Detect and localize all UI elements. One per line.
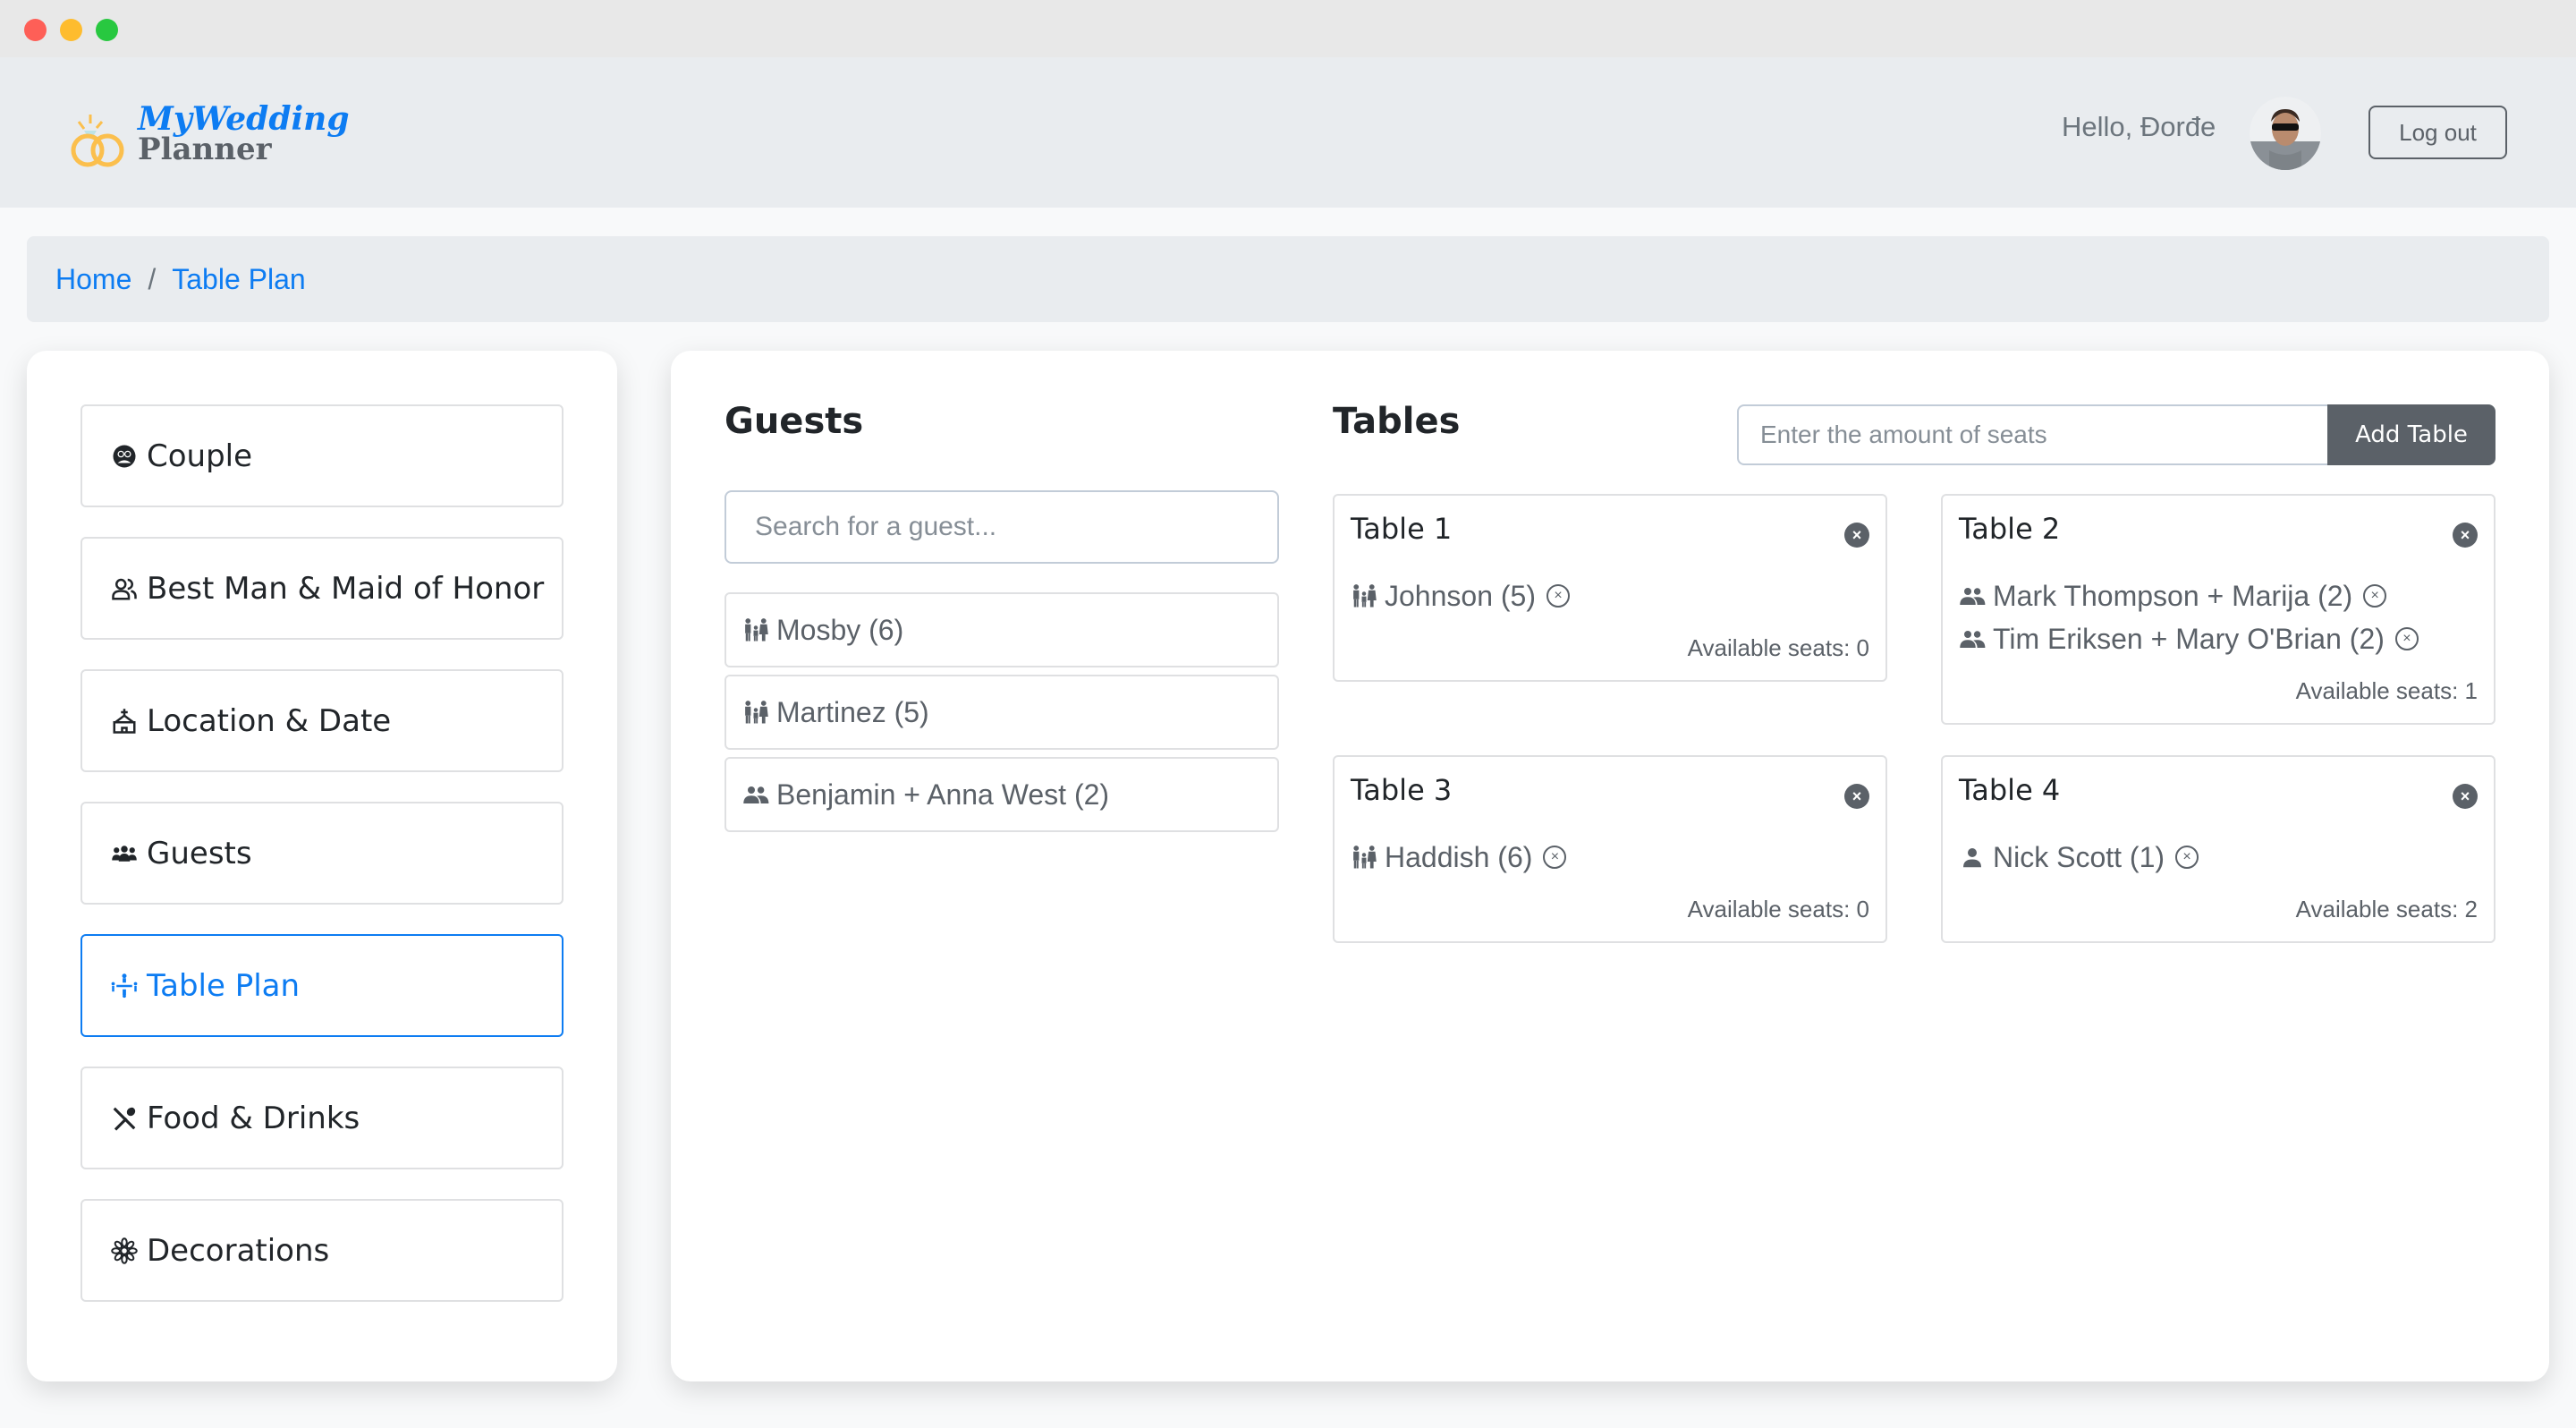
table-guest-list: Johnson (5) × bbox=[1351, 574, 1570, 617]
logo-title: MyWedding bbox=[138, 100, 350, 138]
window-maximize-button[interactable] bbox=[96, 19, 118, 41]
guest-list-item[interactable]: Martinez (5) bbox=[724, 675, 1279, 750]
remove-table-button[interactable]: × bbox=[1844, 523, 1869, 548]
table-name: Table 3 bbox=[1351, 773, 1453, 807]
table-card[interactable]: Table 3 × Haddish (6) × Available seats:… bbox=[1333, 755, 1887, 943]
avatar[interactable] bbox=[2250, 97, 2321, 170]
window-titlebar bbox=[0, 0, 2576, 57]
sidebar-item-label: Location & Date bbox=[147, 702, 392, 739]
table-guest-label: Tim Eriksen + Mary O'Brian (2) bbox=[1993, 622, 2385, 655]
table-card[interactable]: Table 4 × Nick Scott (1) × Available sea… bbox=[1941, 755, 2496, 943]
family-icon bbox=[1351, 844, 1377, 871]
table-guest-list: Haddish (6) × bbox=[1351, 836, 1567, 879]
tables-heading: Tables bbox=[1333, 401, 1461, 442]
remove-table-button[interactable]: × bbox=[2453, 523, 2478, 548]
guest-list-item[interactable]: Benjamin + Anna West (2) bbox=[724, 757, 1279, 832]
table-name: Table 1 bbox=[1351, 512, 1453, 546]
breadcrumb-separator: / bbox=[148, 262, 157, 295]
guest-search-input[interactable] bbox=[724, 490, 1279, 564]
table-name: Table 2 bbox=[1959, 512, 2061, 546]
group-icon bbox=[111, 840, 138, 867]
table-guest[interactable]: Johnson (5) × bbox=[1351, 574, 1570, 617]
table-guest-list: Mark Thompson + Marija (2) × Tim Eriksen… bbox=[1959, 574, 2419, 660]
app-logo[interactable]: MyWedding Planner bbox=[68, 100, 354, 175]
seat-amount-input[interactable] bbox=[1737, 404, 2327, 465]
table-guest-label: Mark Thompson + Marija (2) bbox=[1993, 579, 2353, 612]
couple-icon bbox=[111, 443, 138, 470]
guest-label: Benjamin + Anna West (2) bbox=[776, 778, 1110, 811]
logout-button[interactable]: Log out bbox=[2368, 106, 2507, 159]
table-card[interactable]: Table 1 × Johnson (5) × Available seats:… bbox=[1333, 494, 1887, 682]
window-close-button[interactable] bbox=[24, 19, 47, 41]
remove-table-button[interactable]: × bbox=[2453, 784, 2478, 809]
sidebar: Couple Best Man & Maid of Honor Location… bbox=[27, 351, 617, 1381]
table-name: Table 4 bbox=[1959, 773, 2061, 807]
remove-guest-icon[interactable]: × bbox=[2394, 627, 2419, 650]
table-guest[interactable]: Haddish (6) × bbox=[1351, 836, 1567, 879]
family-icon bbox=[742, 699, 769, 726]
sidebar-item-label: Guests bbox=[147, 835, 252, 871]
sidebar-item-decorations[interactable]: Decorations bbox=[80, 1199, 564, 1302]
sidebar-item-guests[interactable]: Guests bbox=[80, 802, 564, 905]
available-seats: Available seats: 0 bbox=[1687, 896, 1869, 922]
window-minimize-button[interactable] bbox=[60, 19, 82, 41]
sidebar-item-couple[interactable]: Couple bbox=[80, 404, 564, 507]
flower-icon bbox=[111, 1237, 138, 1264]
pair-icon bbox=[742, 781, 769, 808]
table-guest[interactable]: Tim Eriksen + Mary O'Brian (2) × bbox=[1959, 617, 2419, 660]
table-guest[interactable]: Mark Thompson + Marija (2) × bbox=[1959, 574, 2419, 617]
remove-guest-icon[interactable]: × bbox=[2363, 584, 2387, 608]
sidebar-item-label: Best Man & Maid of Honor bbox=[147, 570, 545, 607]
table-guest-list: Nick Scott (1) × bbox=[1959, 836, 2199, 879]
table-guest-label: Johnson (5) bbox=[1385, 579, 1536, 612]
table-seating-icon bbox=[111, 973, 138, 999]
sidebar-item-label: Decorations bbox=[147, 1232, 330, 1269]
guests-heading: Guests bbox=[724, 401, 864, 442]
church-icon bbox=[111, 708, 138, 735]
available-seats: Available seats: 2 bbox=[2295, 896, 2478, 922]
add-table-button[interactable]: Add Table bbox=[2327, 404, 2496, 465]
remove-guest-icon[interactable]: × bbox=[2175, 846, 2199, 869]
guest-label: Mosby (6) bbox=[776, 613, 904, 646]
wedding-rings-icon bbox=[71, 115, 124, 167]
sidebar-item-food-drinks[interactable]: Food & Drinks bbox=[80, 1067, 564, 1169]
sidebar-item-label: Food & Drinks bbox=[147, 1100, 360, 1136]
sidebar-item-label: Couple bbox=[147, 438, 253, 474]
table-plan-panel: Guests Mosby (6) Martinez (5) Benjamin +… bbox=[671, 351, 2549, 1381]
breadcrumb-home[interactable]: Home bbox=[55, 263, 131, 296]
table-card[interactable]: Table 2 × Mark Thompson + Marija (2) × T… bbox=[1941, 494, 2496, 725]
guest-list-item[interactable]: Mosby (6) bbox=[724, 592, 1279, 667]
table-guest-label: Nick Scott (1) bbox=[1993, 840, 2165, 873]
pair-icon bbox=[1959, 582, 1986, 609]
app-header: MyWedding Planner Hello, Đorđe Log out bbox=[0, 57, 2576, 208]
remove-guest-icon[interactable]: × bbox=[1546, 584, 1570, 608]
remove-table-button[interactable]: × bbox=[1844, 784, 1869, 809]
user-greeting: Hello, Đorđe bbox=[2062, 111, 2216, 142]
sidebar-item-best-man-maid-of-honor[interactable]: Best Man & Maid of Honor bbox=[80, 537, 564, 640]
available-seats: Available seats: 1 bbox=[2295, 677, 2478, 704]
sidebar-item-table-plan[interactable]: Table Plan bbox=[80, 934, 564, 1037]
utensils-icon bbox=[111, 1105, 138, 1132]
person-icon bbox=[1959, 844, 1986, 871]
family-icon bbox=[742, 616, 769, 643]
sidebar-item-location-date[interactable]: Location & Date bbox=[80, 669, 564, 772]
table-guest[interactable]: Nick Scott (1) × bbox=[1959, 836, 2199, 879]
available-seats: Available seats: 0 bbox=[1687, 634, 1869, 661]
table-guest-label: Haddish (6) bbox=[1385, 840, 1533, 873]
breadcrumb: Home / Table Plan bbox=[27, 236, 2549, 322]
breadcrumb-table-plan[interactable]: Table Plan bbox=[172, 263, 305, 296]
guest-label: Martinez (5) bbox=[776, 695, 929, 728]
family-icon bbox=[1351, 582, 1377, 609]
sidebar-item-label: Table Plan bbox=[147, 967, 301, 1004]
user-photo bbox=[2250, 97, 2321, 170]
people-icon bbox=[111, 575, 138, 602]
logo-subtitle: Planner bbox=[138, 132, 272, 167]
pair-icon bbox=[1959, 625, 1986, 652]
remove-guest-icon[interactable]: × bbox=[1543, 846, 1567, 869]
